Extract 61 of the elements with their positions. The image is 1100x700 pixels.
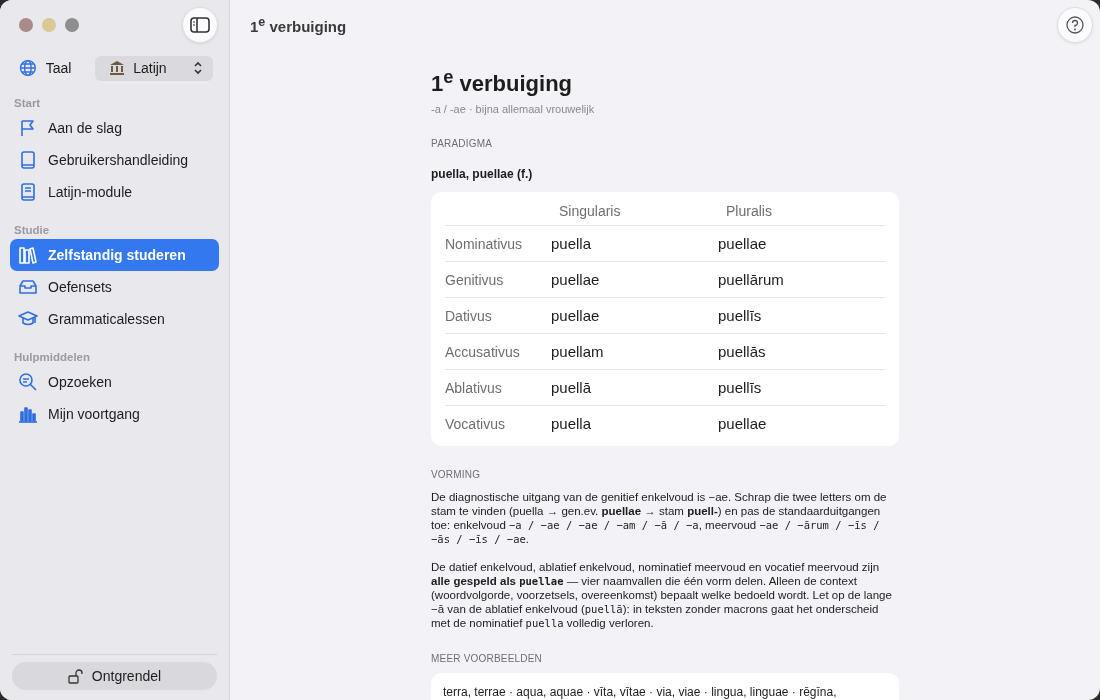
sidebar-item[interactable]: Aan de slag xyxy=(10,112,219,144)
sidebar-toggle-button[interactable] xyxy=(182,7,218,43)
window-title: 1$^{e}$ verbuiging xyxy=(250,15,347,35)
temple-icon xyxy=(109,60,126,76)
table-cell-text: puellās xyxy=(718,343,767,361)
table-cell-text: puellīs xyxy=(718,379,763,397)
case-name: Ablativus xyxy=(445,379,503,396)
case-name: Vocativus xyxy=(445,415,506,432)
examples-text: terra, terrae · aqua, aquae · vīta, vītae · via, viae · lingua, linguae · rēgīna, xyxy=(443,685,837,700)
paragraph: De diagnostische uitgang van de genitief enkelvoud is −ae. Schrap die twee letters om de stam te vinden (puella → gen.ev. puellae → stam puell-) en pas de standaarduitgangen toe: enkelvoud −a / −ae / −ae / −am / −ā / −a, meervoud −ae / −ārum / −īs / −ās / −īs / −ae. xyxy=(431,490,888,547)
sidebar-item[interactable]: Mijn voortgang xyxy=(10,398,219,430)
chevrons-icon xyxy=(193,61,203,75)
sidebar-item[interactable]: Grammaticalessen xyxy=(10,303,219,335)
table-cell-text: puellīs xyxy=(718,307,763,325)
lemma: puella, puellae (f.) xyxy=(431,167,534,182)
page-title: 1$^{e}$ verbuiging xyxy=(431,66,573,98)
table-cell-text: puellārum xyxy=(718,271,785,289)
search-icon xyxy=(18,372,38,392)
bar-chart-icon xyxy=(18,404,38,424)
language-picker[interactable]: Latijn xyxy=(95,55,213,81)
sidebar-item[interactable]: Oefensets xyxy=(10,271,219,303)
table-cell-text: puellam xyxy=(551,343,605,361)
zoom-button[interactable] xyxy=(65,18,79,32)
case-name: Dativus xyxy=(445,307,493,324)
case-name: Accusativus xyxy=(445,343,521,360)
help-icon xyxy=(1065,15,1085,35)
sidebar-item[interactable]: Opzoeken xyxy=(10,366,219,398)
paragraph: De datief enkelvoud, ablatief enkelvoud, nominatief meervoud en vocatief meervoud zijn alle gespeld als puellae — vier naamvallen die één vorm delen. Alleen de context (woordvolgorde, voorzetsels, overeenkomst) bepaalt welke bedoeld wordt. Let op de lange −ā van de ablatief enkelvoud (puellā): in teksten zonder macrons gaat het onderscheid met de nominatief puella volledig verloren. xyxy=(431,560,893,631)
table-cell-text: puellae xyxy=(551,271,601,289)
unlock-icon xyxy=(67,668,84,684)
case-name: Nominativus xyxy=(445,235,524,252)
sidebar-icon xyxy=(190,17,210,33)
table-cell-text: puella xyxy=(551,235,593,253)
minimize-button[interactable] xyxy=(42,18,56,32)
unlock-button[interactable]: Ontgrendel xyxy=(12,662,217,690)
language-label: Taal xyxy=(45,60,73,76)
case-name: Genitivus xyxy=(445,271,505,288)
book-icon xyxy=(18,182,38,202)
table-cell-text: puellae xyxy=(718,415,768,433)
subtitle: -a / -ae · bijna allemaal vrouwelijk xyxy=(431,103,596,116)
table-cell-text: puella xyxy=(551,415,593,433)
table-cell-text: puellae xyxy=(718,235,768,253)
globe-icon xyxy=(19,59,37,77)
book-icon xyxy=(18,150,38,170)
help-button[interactable] xyxy=(1057,7,1093,43)
sidebar-item[interactable]: Gebruikershandleiding xyxy=(10,144,219,176)
close-button[interactable] xyxy=(19,18,33,32)
table-cell-text: puellae xyxy=(551,307,601,325)
section-heading: VORMING xyxy=(431,469,482,481)
section-heading: Studie xyxy=(13,224,51,236)
tray-icon xyxy=(18,277,38,297)
section-heading: PARADIGMA xyxy=(431,138,494,150)
column-header: Singularis xyxy=(558,203,622,220)
section-heading: MEER VOORBEELDEN xyxy=(431,653,543,665)
books-icon xyxy=(18,245,38,265)
table-cell-text: puellā xyxy=(551,379,593,397)
sidebar-item[interactable]: Latijn-module xyxy=(10,176,219,208)
section-heading: Start xyxy=(13,97,42,109)
sidebar-item[interactable]: Zelfstandig studeren xyxy=(10,239,219,271)
column-header: Pluralis xyxy=(725,203,773,220)
section-heading: Hulpmiddelen xyxy=(13,351,92,363)
